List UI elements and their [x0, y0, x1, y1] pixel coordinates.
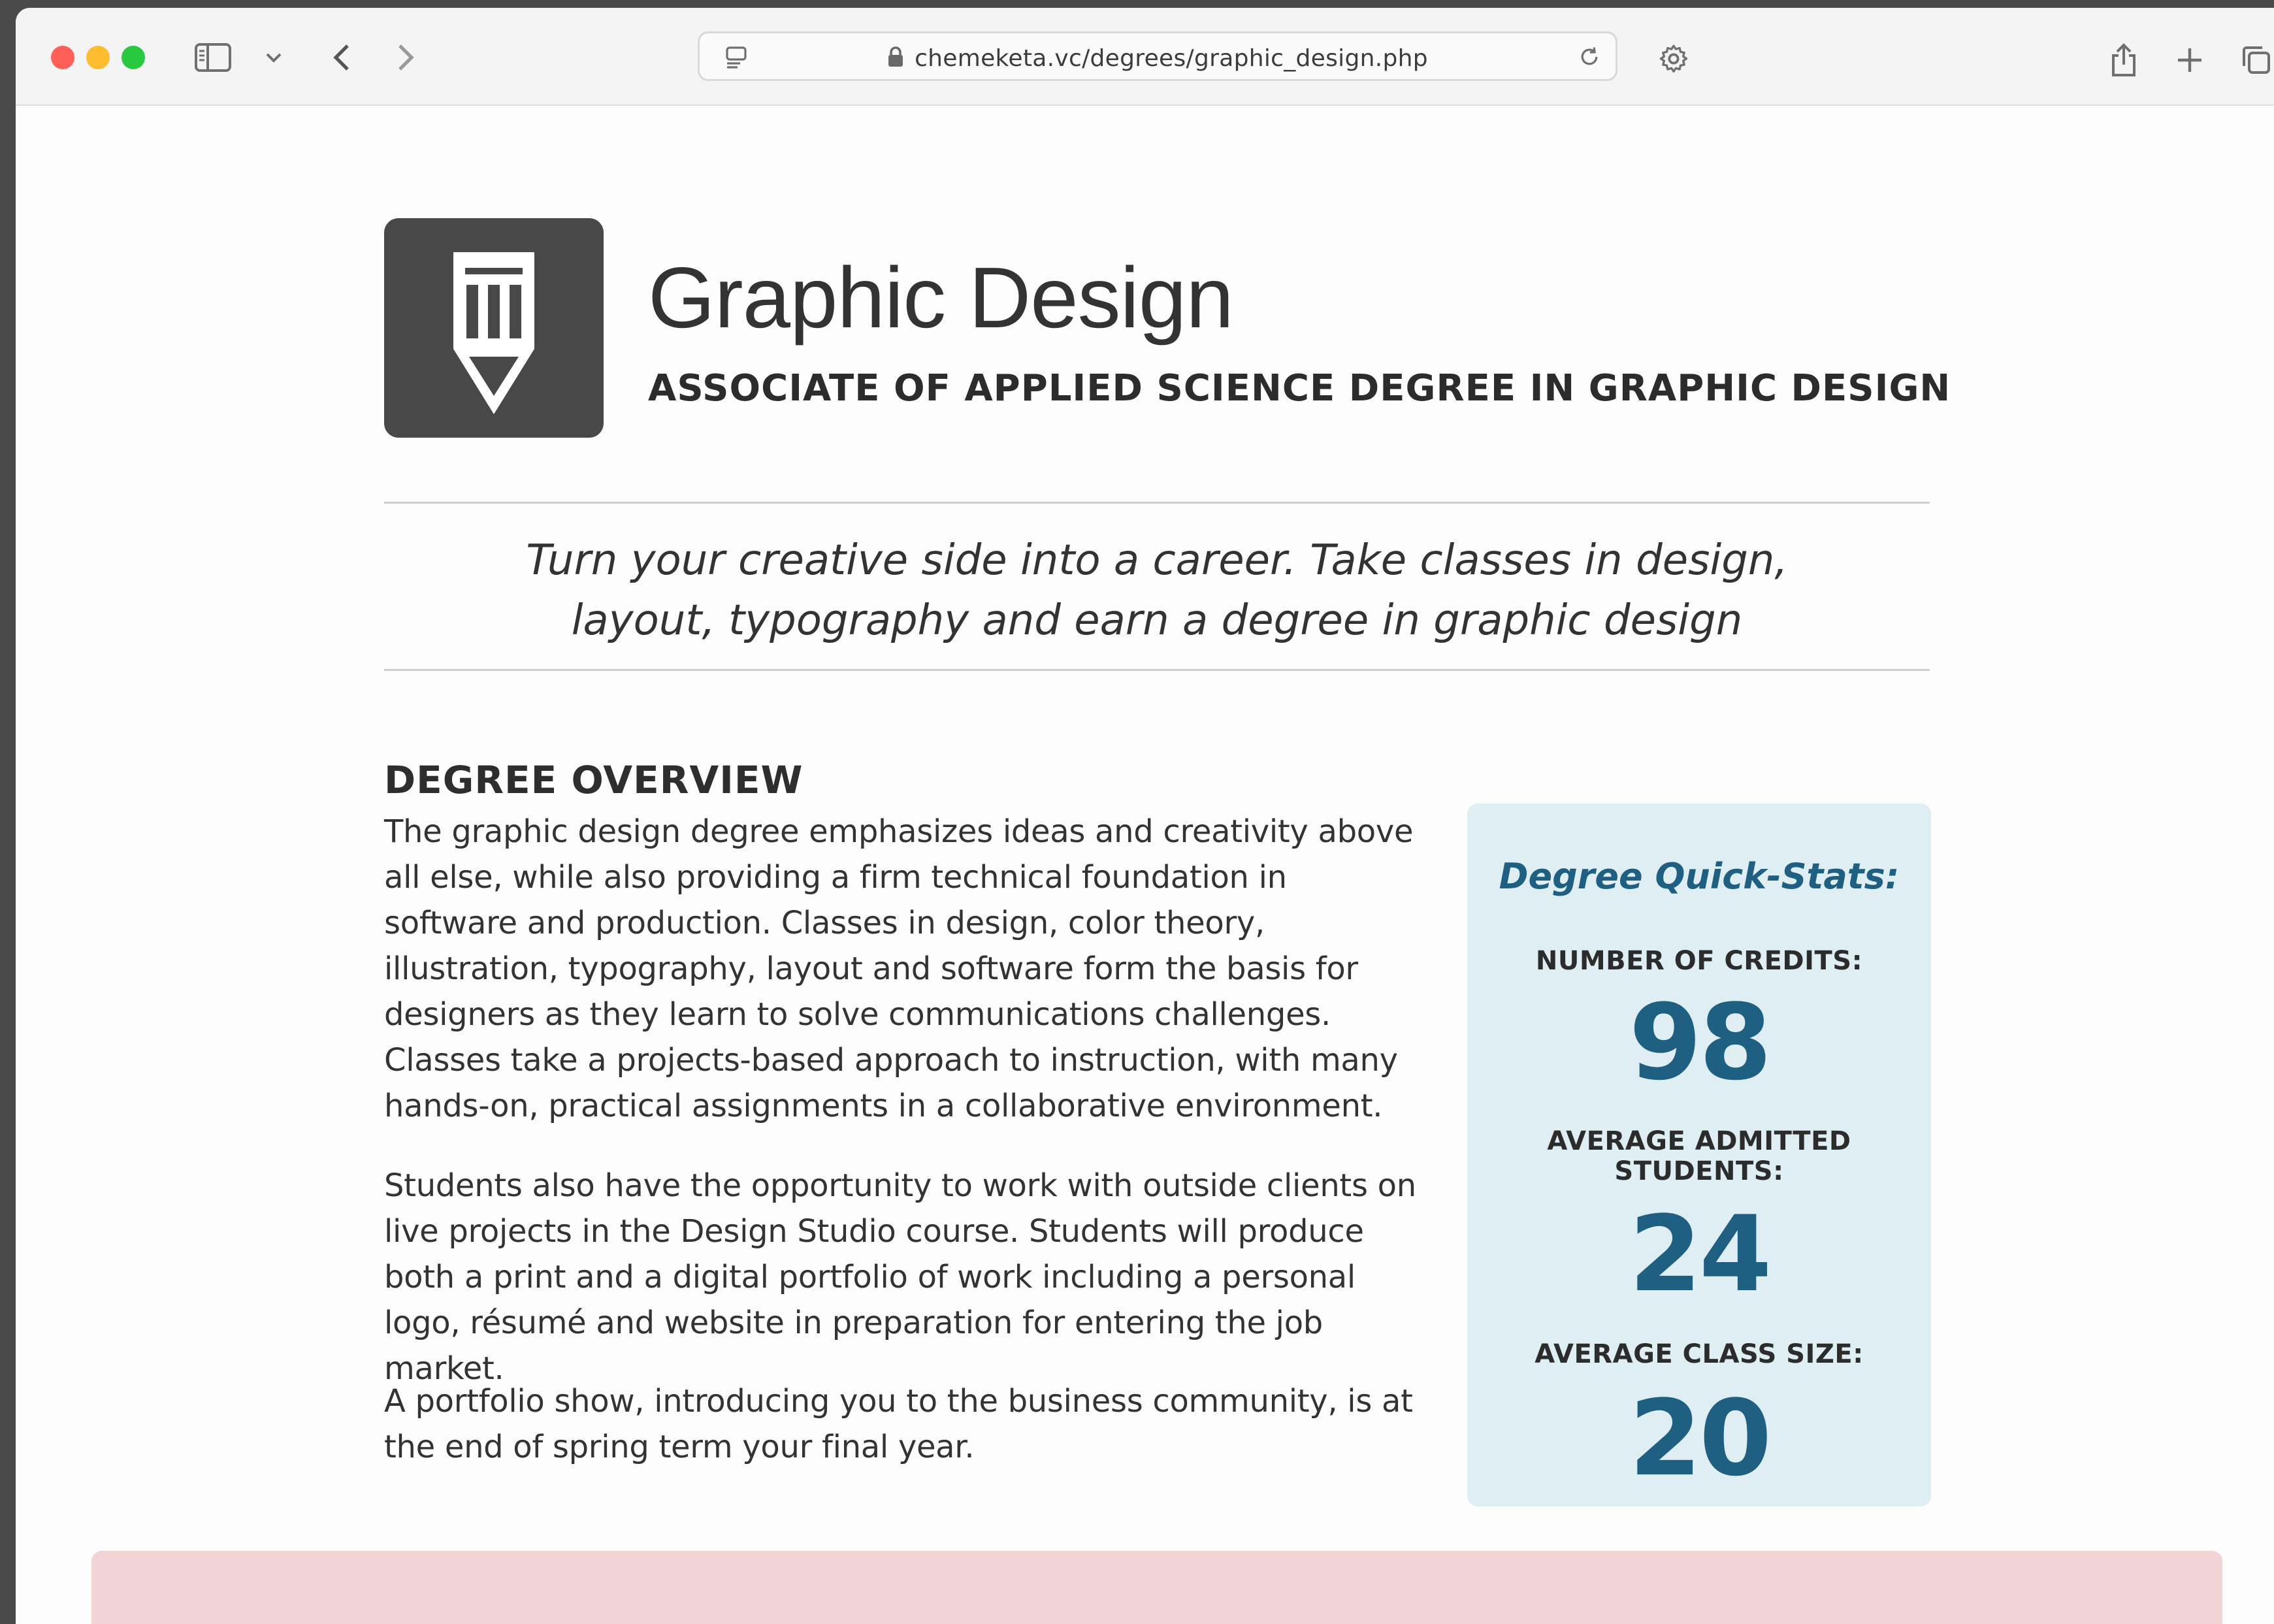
- gear-icon[interactable]: [1657, 42, 1691, 76]
- browser-toolbar: chemeketa.vc/degrees/graphic_design.php: [16, 8, 2274, 106]
- quick-stats-title: Degree Quick-Stats:: [1499, 856, 1900, 897]
- stat-value: 98: [1629, 981, 1772, 1103]
- close-window-button[interactable]: [51, 46, 74, 69]
- reload-icon[interactable]: [1576, 44, 1602, 70]
- stat-label: AVERAGE CLASS SIZE:: [1535, 1339, 1864, 1369]
- minimize-window-button[interactable]: [86, 46, 110, 69]
- section-title: DEGREE OVERVIEW: [384, 758, 804, 802]
- stat-label: NUMBER OF CREDITS:: [1535, 946, 1863, 976]
- lock-icon: [887, 46, 904, 74]
- tagline-line-1: Turn your creative side into a career. T…: [526, 536, 1788, 585]
- url-text: chemeketa.vc/degrees/graphic_design.php: [915, 45, 1428, 72]
- degree-subtitle: ASSOCIATE OF APPLIED SCIENCE DEGREE IN G…: [648, 367, 1951, 410]
- divider: [384, 502, 1930, 504]
- pencil-icon: [453, 252, 534, 414]
- stat-label: AVERAGE ADMITTED STUDENTS:: [1547, 1126, 1851, 1186]
- next-section-band: [91, 1551, 2222, 1624]
- page-title: Graphic Design: [648, 250, 1234, 346]
- sidebar-toggle-icon[interactable]: [193, 42, 233, 73]
- tagline-line-2: layout, typography and earn a degree in …: [571, 596, 1743, 645]
- overview-paragraph: A portfolio show, introducing you to the…: [384, 1383, 1413, 1465]
- tab-overview-icon[interactable]: [2241, 44, 2272, 76]
- overview-paragraph: Students also have the opportunity to wo…: [384, 1167, 1416, 1387]
- chevron-down-icon[interactable]: [264, 48, 284, 68]
- tagline: Turn your creative side into a career. T…: [384, 530, 1930, 651]
- overview-paragraph: The graphic design degree emphasizes ide…: [384, 813, 1414, 1124]
- zoom-window-button[interactable]: [122, 46, 145, 69]
- stat-value: 24: [1629, 1193, 1772, 1315]
- divider: [384, 669, 1930, 671]
- program-icon: [384, 218, 604, 438]
- forward-icon[interactable]: [391, 42, 422, 73]
- stat-value: 20: [1629, 1377, 1772, 1499]
- address-bar[interactable]: chemeketa.vc/degrees/graphic_design.php: [698, 31, 1617, 81]
- share-icon[interactable]: [2107, 42, 2140, 78]
- new-tab-icon[interactable]: [2175, 46, 2204, 74]
- back-icon[interactable]: [325, 42, 357, 73]
- quick-stats-panel: Degree Quick-Stats: NUMBER OF CREDITS: 9…: [1467, 804, 1931, 1506]
- browser-window: chemeketa.vc/degrees/graphic_design.php: [16, 8, 2274, 1624]
